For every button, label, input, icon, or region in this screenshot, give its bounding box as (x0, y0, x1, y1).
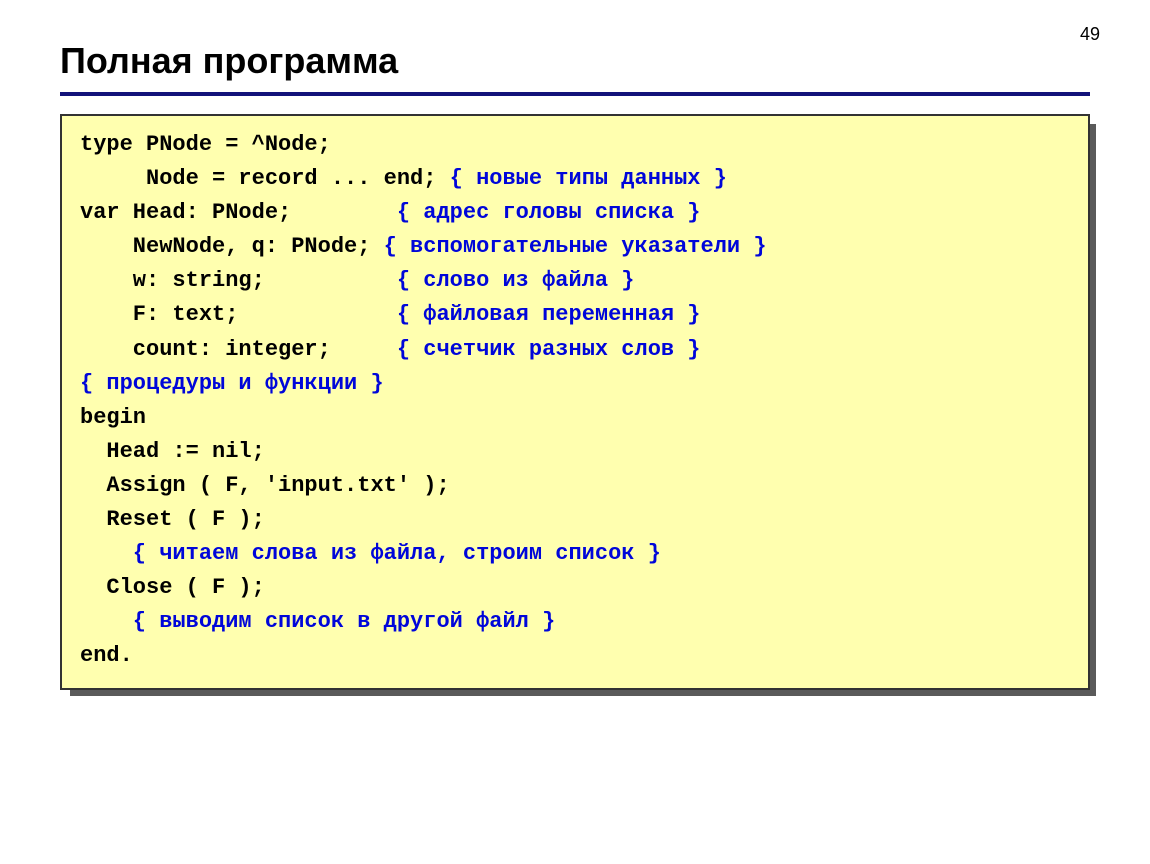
code-comment: { файловая переменная } (397, 302, 701, 327)
code-line: end. (80, 643, 133, 668)
page-number: 49 (1080, 24, 1100, 45)
code-line: w: string; (80, 268, 384, 293)
slide-title: Полная программа (60, 40, 1090, 82)
code-line: Reset ( F ); (80, 507, 265, 532)
code-container: type PNode = ^Node; Node = record ... en… (60, 114, 1090, 690)
title-underline (60, 92, 1090, 96)
code-comment: { слово из файла } (397, 268, 635, 293)
code-comment: { выводим список в другой файл } (80, 609, 555, 634)
code-line: Assign ( F, 'input.txt' ); (80, 473, 450, 498)
code-comment: { вспомогательные указатели } (384, 234, 767, 259)
code-comment: { читаем слова из файла, строим список } (80, 541, 661, 566)
code-line: Node = record ... end; (80, 166, 436, 191)
code-line: count: integer; (80, 337, 384, 362)
code-line: type PNode = ^Node; (80, 132, 331, 157)
code-comment: { адрес головы списка } (397, 200, 701, 225)
code-block: type PNode = ^Node; Node = record ... en… (60, 114, 1090, 690)
code-line: Close ( F ); (80, 575, 265, 600)
code-line: NewNode, q: PNode; (80, 234, 370, 259)
code-line: F: text; (80, 302, 384, 327)
code-line: begin (80, 405, 146, 430)
code-comment: { новые типы данных } (450, 166, 727, 191)
code-comment: { счетчик разных слов } (397, 337, 701, 362)
code-comment: { процедуры и функции } (80, 371, 384, 396)
code-line: Head := nil; (80, 439, 265, 464)
code-line: var Head: PNode; (80, 200, 384, 225)
